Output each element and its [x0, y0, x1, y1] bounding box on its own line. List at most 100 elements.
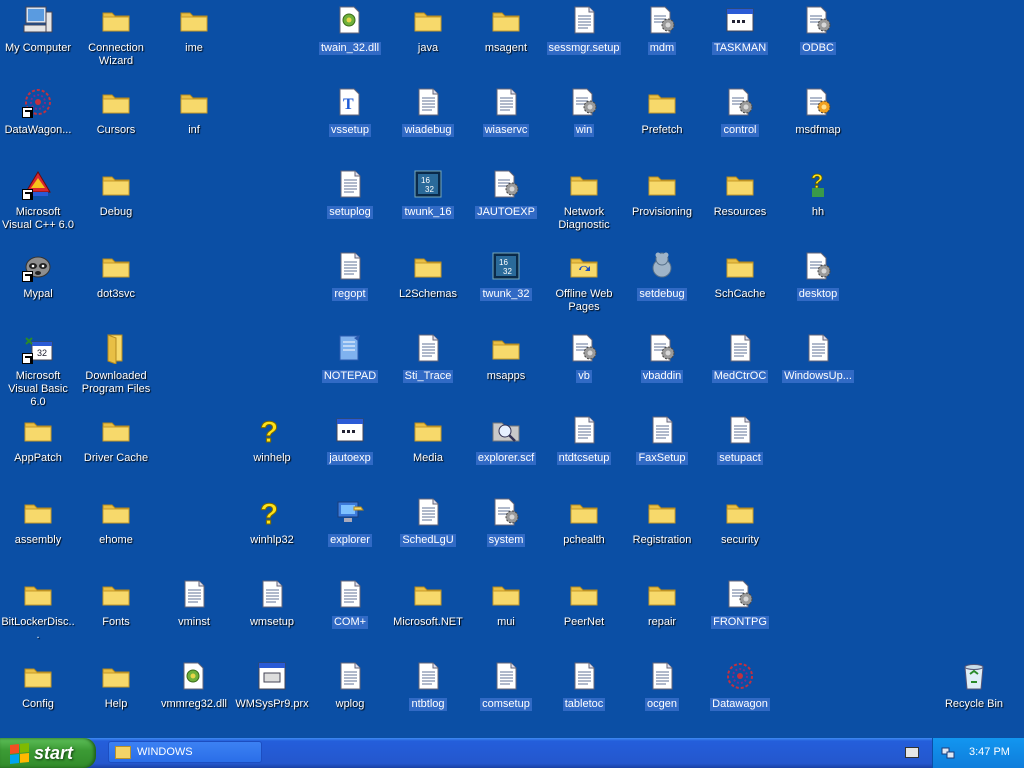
- desktop-icon[interactable]: ? winhelp: [234, 412, 310, 490]
- desktop-icon[interactable]: msapps: [468, 330, 544, 408]
- desktop-icon[interactable]: explorer.scf: [468, 412, 544, 490]
- desktop-icon[interactable]: JAUTOEXP: [468, 166, 544, 244]
- desktop-icon[interactable]: explorer: [312, 494, 388, 572]
- desktop-icon[interactable]: setupact: [702, 412, 778, 490]
- taskbar-window-button[interactable]: WINDOWS: [108, 741, 262, 763]
- desktop-icon[interactable]: Microsoft Visual C++ 6.0: [0, 166, 76, 244]
- desktop-icon[interactable]: 16 32 twunk_32: [468, 248, 544, 326]
- desktop-icon[interactable]: wplog: [312, 658, 388, 736]
- clock[interactable]: 3:47 PM: [969, 746, 1010, 758]
- desktop-icon[interactable]: regopt: [312, 248, 388, 326]
- desktop-icon[interactable]: COM+: [312, 576, 388, 654]
- start-button[interactable]: start: [0, 738, 96, 768]
- desktop-icon[interactable]: vmmreg32.dll: [156, 658, 232, 736]
- desktop-icon[interactable]: WindowsUp...: [780, 330, 856, 408]
- desktop-icon[interactable]: Tvssetup: [312, 84, 388, 162]
- desktop-icon[interactable]: Debug: [78, 166, 154, 244]
- desktop-icon[interactable]: ime: [156, 2, 232, 80]
- folder-icon: [100, 4, 132, 36]
- desktop-icon[interactable]: ntdtcsetup: [546, 412, 622, 490]
- desktop-icon[interactable]: FaxSetup: [624, 412, 700, 490]
- desktop-icon[interactable]: security: [702, 494, 778, 572]
- twunk-icon: 16 32: [412, 168, 444, 200]
- desktop-icon[interactable]: Help: [78, 658, 154, 736]
- desktop-icon[interactable]: java: [390, 2, 466, 80]
- desktop-icon[interactable]: setdebug: [624, 248, 700, 326]
- desktop-icon[interactable]: setuplog: [312, 166, 388, 244]
- desktop-icon-label: dot3svc: [97, 288, 135, 300]
- desktop-icon[interactable]: Prefetch: [624, 84, 700, 162]
- desktop-icon[interactable]: ntbtlog: [390, 658, 466, 736]
- desktop-icon[interactable]: msagent: [468, 2, 544, 80]
- desktop-icon[interactable]: win: [546, 84, 622, 162]
- desktop-icon[interactable]: Config: [0, 658, 76, 736]
- desktop-icon[interactable]: assembly: [0, 494, 76, 572]
- desktop-icon-label: DataWagon...: [4, 124, 72, 136]
- desktop-icon[interactable]: wiadebug: [390, 84, 466, 162]
- desktop-icon[interactable]: control: [702, 84, 778, 162]
- desktop-icon-label: tabletoc: [562, 698, 606, 711]
- desktop-icon[interactable]: NOTEPAD: [312, 330, 388, 408]
- desktop-icon[interactable]: Provisioning: [624, 166, 700, 244]
- desktop-icon[interactable]: BitLockerDisc...: [0, 576, 76, 654]
- desktop-icon[interactable]: mdm: [624, 2, 700, 80]
- desktop-icon-label: ehome: [99, 534, 133, 546]
- desktop-icon[interactable]: Mypal: [0, 248, 76, 326]
- desktop-icon[interactable]: system: [468, 494, 544, 572]
- desktop-icon[interactable]: Microsoft.NET: [390, 576, 466, 654]
- desktop-icon[interactable]: SchedLgU: [390, 494, 466, 572]
- desktop-icon[interactable]: wmsetup: [234, 576, 310, 654]
- desktop-icon[interactable]: pchealth: [546, 494, 622, 572]
- desktop-icon[interactable]: My Computer: [0, 2, 76, 80]
- desktop-icon[interactable]: ODBC: [780, 2, 856, 80]
- desktop-icon[interactable]: tabletoc: [546, 658, 622, 736]
- desktop-icon-label: Registration: [632, 534, 692, 546]
- desktop-icon[interactable]: mui: [468, 576, 544, 654]
- desktop-icon[interactable]: SchCache: [702, 248, 778, 326]
- desktop-icon[interactable]: comsetup: [468, 658, 544, 736]
- desktop-icon[interactable]: Resources: [702, 166, 778, 244]
- desktop-icon[interactable]: ? winhlp32: [234, 494, 310, 572]
- desktop-icon[interactable]: ocgen: [624, 658, 700, 736]
- desktop-icon[interactable]: Registration: [624, 494, 700, 572]
- desktop-icon[interactable]: Connection Wizard: [78, 2, 154, 80]
- desktop-icon[interactable]: twain_32.dll: [312, 2, 388, 80]
- desktop-icon[interactable]: Offline Web Pages: [546, 248, 622, 326]
- desktop-icon[interactable]: vminst: [156, 576, 232, 654]
- desktop-icon[interactable]: Driver Cache: [78, 412, 154, 490]
- desktop-icon[interactable]: L2Schemas: [390, 248, 466, 326]
- desktop-icon[interactable]: ehome: [78, 494, 154, 572]
- desktop-icon[interactable]: Recycle Bin: [936, 658, 1012, 736]
- desktop-icon[interactable]: vbaddin: [624, 330, 700, 408]
- desktop-icon[interactable]: desktop: [780, 248, 856, 326]
- desktop-icon[interactable]: wiaservc: [468, 84, 544, 162]
- desktop-icon[interactable]: Downloaded Program Files: [78, 330, 154, 408]
- desktop-icon[interactable]: 32 Microsoft Visual Basic 6.0: [0, 330, 76, 408]
- desktop-icon[interactable]: Cursors: [78, 84, 154, 162]
- desktop-icon[interactable]: Media: [390, 412, 466, 490]
- desktop-icon[interactable]: inf: [156, 84, 232, 162]
- desktop-icon[interactable]: AppPatch: [0, 412, 76, 490]
- desktop-icon[interactable]: WMSysPr9.prx: [234, 658, 310, 736]
- desktop-icon-label: winhelp: [253, 452, 291, 464]
- desktop-icon[interactable]: 16 32 twunk_16: [390, 166, 466, 244]
- desktop-icon[interactable]: DataWagon...: [0, 84, 76, 162]
- desktop-icon[interactable]: vb: [546, 330, 622, 408]
- desktop-icon[interactable]: Datawagon: [702, 658, 778, 736]
- desktop-icon[interactable]: repair: [624, 576, 700, 654]
- desktop-icon[interactable]: Network Diagnostic: [546, 166, 622, 244]
- network-icon[interactable]: [941, 746, 955, 760]
- text-file-icon: [568, 414, 600, 446]
- keyboard-icon[interactable]: [905, 747, 919, 758]
- desktop-icon[interactable]: dot3svc: [78, 248, 154, 326]
- desktop-icon[interactable]: PeerNet: [546, 576, 622, 654]
- desktop-icon[interactable]: msdfmap: [780, 84, 856, 162]
- desktop-icon[interactable]: Fonts: [78, 576, 154, 654]
- desktop-icon[interactable]: FRONTPG: [702, 576, 778, 654]
- desktop-icon[interactable]: jautoexp: [312, 412, 388, 490]
- desktop-icon[interactable]: sessmgr.setup: [546, 2, 622, 80]
- desktop-icon[interactable]: MedCtrOC: [702, 330, 778, 408]
- desktop-icon[interactable]: Sti_Trace: [390, 330, 466, 408]
- desktop-icon[interactable]: ? hh: [780, 166, 856, 244]
- desktop-icon[interactable]: TASKMAN: [702, 2, 778, 80]
